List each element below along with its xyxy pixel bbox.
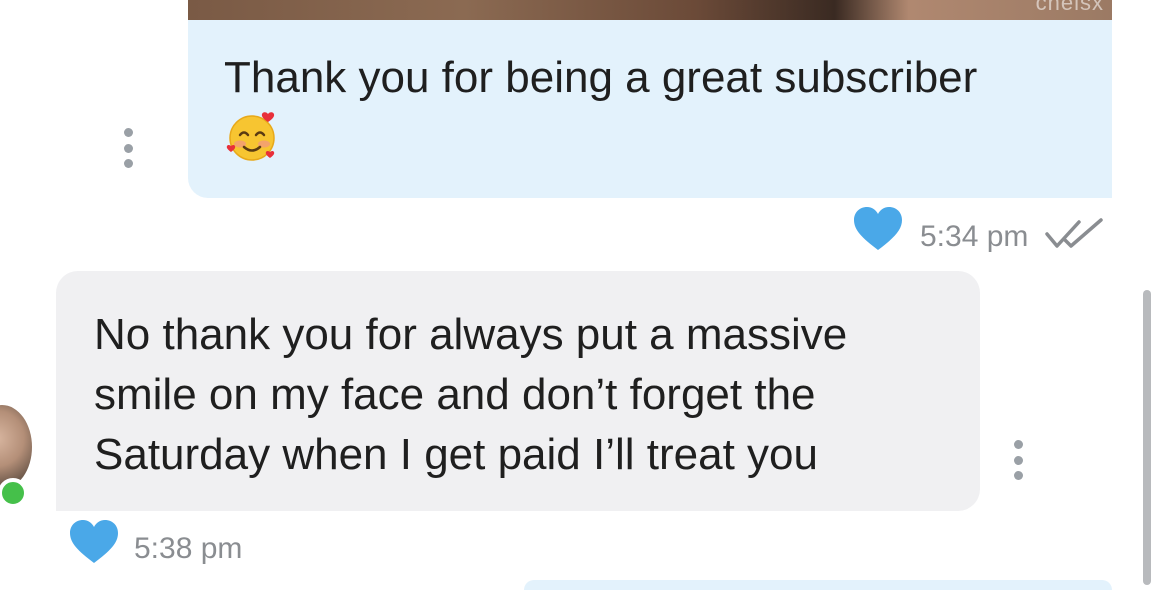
incoming-message-more-button[interactable] (1010, 440, 1026, 480)
incoming-message-bubble[interactable]: No thank you for always put a massive sm… (56, 271, 980, 511)
more-dot (123, 143, 133, 153)
photo-watermark: chelsx (1035, 0, 1104, 15)
smiling-face-with-hearts-icon (226, 112, 275, 161)
scrollbar[interactable] (1143, 290, 1151, 585)
like-heart-icon[interactable] (68, 519, 120, 565)
next-outgoing-message-bubble[interactable] (524, 580, 1112, 590)
online-status-indicator (0, 478, 28, 508)
more-dot (123, 128, 133, 137)
incoming-message-text: No thank you for always put a massive sm… (94, 310, 848, 479)
like-heart-icon[interactable] (852, 206, 904, 252)
incoming-message-time: 5:38 pm (134, 532, 243, 565)
outgoing-message-text: Thank you for being a great subscriber (224, 53, 978, 102)
more-dot (123, 159, 133, 168)
more-dot (1013, 455, 1023, 465)
sender-avatar[interactable] (0, 405, 32, 489)
more-dot (1013, 471, 1023, 480)
outgoing-message-bubble[interactable]: Thank you for being a great subscriber (188, 20, 1112, 198)
outgoing-message-time: 5:34 pm (920, 220, 1029, 253)
read-checkmarks-icon (1045, 218, 1103, 248)
outgoing-message-more-button[interactable] (120, 128, 136, 168)
attached-photo[interactable]: chelsx (188, 0, 1112, 20)
more-dot (1013, 440, 1023, 449)
